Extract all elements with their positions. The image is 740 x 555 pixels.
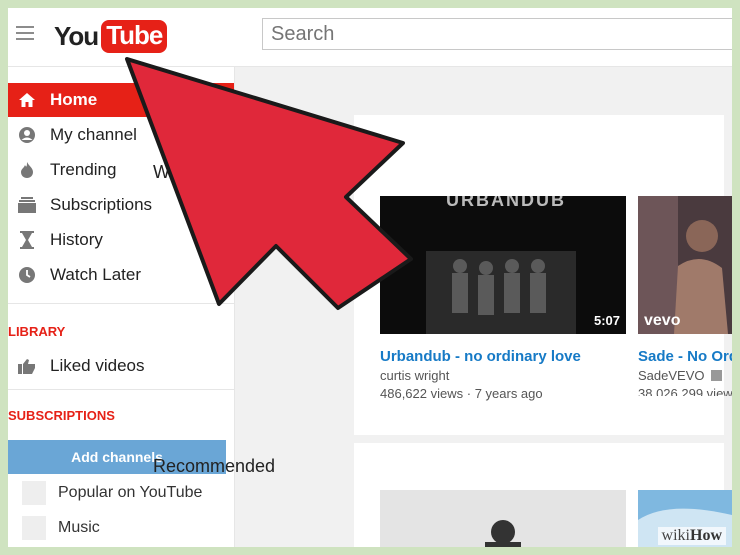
sidebar-item-label: Home	[50, 90, 98, 109]
library-heading: LIBRARY	[8, 324, 66, 339]
menu-icon[interactable]	[16, 26, 34, 42]
sidebar-item-label: History	[50, 230, 103, 249]
vevo-logo: vevo	[644, 312, 681, 329]
video-views: 486,622 views	[380, 386, 464, 401]
video-thumbnail[interactable]	[380, 490, 626, 547]
channel-thumbnail	[22, 516, 46, 540]
channel-thumbnail	[22, 481, 46, 505]
subscription-item-popular[interactable]: Popular on YouTube	[22, 478, 232, 508]
video-meta: 486,622 views · 7 years ago	[380, 386, 543, 401]
subscriptions-icon	[17, 195, 37, 215]
wikihow-watermark: wikiHow	[657, 527, 726, 545]
sidebar-item-my-channel[interactable]: My channel	[8, 118, 234, 152]
video-title-link[interactable]: Urbandub - no ordinary love	[380, 348, 581, 365]
verified-icon	[711, 370, 723, 381]
sidebar-item-liked-videos[interactable]: Liked videos	[8, 349, 234, 383]
watch-again-title: Watch It Again	[153, 162, 269, 182]
video-channel[interactable]: curtis wright	[380, 368, 449, 383]
clock-icon	[17, 265, 37, 285]
logo-you-text: You	[54, 20, 99, 51]
divider	[8, 389, 234, 390]
sidebar-item-label: Liked videos	[50, 356, 145, 375]
logo-tube-text: Tube	[101, 19, 168, 53]
search-input[interactable]	[262, 18, 732, 50]
youtube-logo[interactable]: You Tube	[54, 19, 168, 53]
sidebar-item-subscriptions[interactable]: Subscriptions	[8, 188, 234, 222]
home-icon	[17, 90, 37, 110]
video-age: 7 years ago	[474, 386, 543, 401]
video-card[interactable]: vevo Sade - No Ord SadeVEVO 38,026,299 v…	[638, 196, 732, 396]
app-window: You Tube Home My channel Trending	[8, 8, 732, 547]
thumbs-up-icon	[17, 356, 37, 376]
thumbnail-text: URBANDUB	[446, 196, 566, 210]
video-duration: 5:07	[593, 313, 620, 328]
hourglass-icon	[17, 230, 37, 250]
sidebar-item-label: My channel	[50, 125, 137, 144]
video-title-link[interactable]: Sade - No Ord	[638, 348, 732, 365]
sidebar-item-label: Watch Later	[50, 265, 142, 284]
video-thumbnail[interactable]: URBANDUB 5:07	[380, 196, 626, 334]
subscription-item-music[interactable]: Music	[22, 513, 232, 543]
watermark-how: How	[690, 527, 722, 544]
sidebar-item-history[interactable]: History	[8, 223, 234, 257]
person-icon	[17, 125, 37, 145]
subscription-item-label: Music	[58, 519, 100, 536]
sidebar-item-watch-later[interactable]: Watch Later	[8, 258, 234, 292]
video-card[interactable]: URBANDUB 5:07 Urbandub - no ordinary lov…	[380, 196, 626, 401]
video-channel[interactable]: SadeVEVO	[638, 368, 723, 383]
divider	[8, 303, 234, 304]
subscriptions-heading: SUBSCRIPTIONS	[8, 408, 115, 423]
sidebar-item-label: Subscriptions	[50, 195, 153, 214]
sidebar-item-home[interactable]: Home	[8, 83, 234, 117]
watermark-wiki: wiki	[661, 527, 690, 544]
video-channel-name: SadeVEVO	[638, 368, 705, 383]
top-bar: You Tube	[8, 8, 732, 67]
video-views: 38,026,299 view	[638, 386, 732, 396]
sidebar-item-label: Trending	[50, 160, 117, 179]
subscription-item-label: Popular on YouTube	[58, 484, 203, 501]
recommended-title: Recommended	[153, 456, 276, 476]
video-thumbnail[interactable]: vevo	[638, 196, 732, 334]
flame-icon	[17, 160, 37, 180]
